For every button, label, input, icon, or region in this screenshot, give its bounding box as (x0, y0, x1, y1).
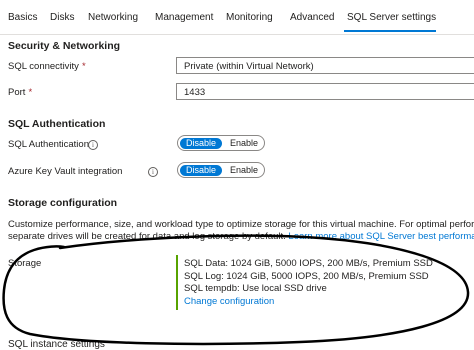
annotation-loop (2, 234, 470, 346)
hand-drawn-annotation (2, 234, 470, 346)
